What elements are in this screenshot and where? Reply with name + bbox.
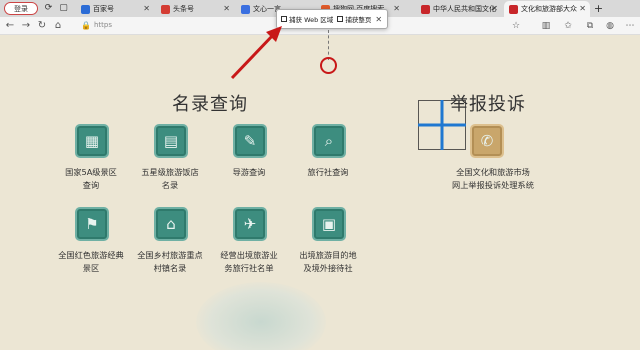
item-label-line1: 出境旅游目的地 (299, 250, 357, 260)
tab-culture-gov[interactable]: 中华人民共和国文化 ✕ (416, 1, 502, 17)
scenic-area-icon[interactable]: ▦ (75, 124, 109, 158)
village-icon[interactable]: ⌂ (154, 207, 188, 241)
gov-emblem-favicon-icon (509, 4, 518, 14)
capture-full-page-label: 捕获整页 (345, 16, 372, 24)
tab-close-icon[interactable]: ✕ (491, 4, 498, 13)
refresh-icon[interactable]: ⟳ (42, 2, 55, 15)
tab-close-icon[interactable]: ✕ (223, 4, 230, 13)
item-label-line1: 旅行社查询 (307, 167, 349, 177)
gov-emblem-favicon-icon (421, 4, 430, 14)
capture-guide-line (328, 30, 329, 60)
profile-icon[interactable]: ◍ (604, 20, 616, 32)
full-page-icon (337, 16, 344, 22)
tab-close-icon[interactable]: ✕ (393, 4, 400, 13)
item-travel-agency[interactable]: 旅行社查询 (273, 166, 383, 179)
capture-toolbar: 捕获 Web 区域 捕获整页 ✕ (276, 9, 388, 29)
tab-baijiahao[interactable]: 百家号 ✕ (76, 1, 154, 17)
tour-guide-icon[interactable]: ✎ (233, 124, 267, 158)
item-label-line2: 及境外接待社 (303, 263, 353, 273)
capture-cursor-ring (320, 57, 337, 74)
reload-icon[interactable]: ↻ (36, 20, 48, 32)
tab-label: 头条号 (173, 5, 194, 13)
red-flag-icon[interactable]: ⚑ (75, 207, 109, 241)
selection-grid-overlay (418, 100, 466, 150)
new-tab-icon[interactable]: + (592, 2, 605, 15)
tab-label: 百家号 (93, 5, 114, 13)
section-title-directory: 名录查询 (172, 94, 248, 115)
tab-close-icon[interactable]: ✕ (143, 4, 150, 13)
back-icon[interactable]: ← (4, 20, 16, 32)
phone-icon[interactable]: ✆ (470, 124, 504, 158)
travel-agency-icon[interactable]: ⌕ (312, 124, 346, 158)
hotel-icon[interactable]: ▤ (154, 124, 188, 158)
tab-label: 文化和旅游部大众 (521, 5, 577, 13)
more-menu-icon[interactable]: ⋯ (624, 20, 636, 32)
forward-icon[interactable]: → (20, 20, 32, 32)
login-button[interactable]: 登录 (4, 2, 38, 15)
lock-icon[interactable]: 🔒 (80, 20, 92, 32)
tab-toutiao[interactable]: 头条号 ✕ (156, 1, 234, 17)
login-label: 登录 (14, 4, 28, 13)
close-icon[interactable]: ✕ (375, 15, 382, 24)
tab-label: 中华人民共和国文化 (433, 5, 496, 13)
home-icon[interactable]: ⌂ (52, 20, 64, 32)
item-label-line2: 网上举报投诉处理系统 (452, 180, 534, 190)
destination-icon[interactable]: ▣ (312, 207, 346, 241)
reading-mode-icon[interactable]: ☆ (510, 20, 522, 32)
background-landscape-decoration (196, 282, 326, 350)
favorites-icon[interactable]: ✩ (562, 20, 574, 32)
collections-icon[interactable]: ⧉ (584, 20, 596, 32)
baijiahao-favicon-icon (81, 4, 90, 14)
red-arrow-annotation-icon (230, 26, 282, 80)
toutiao-favicon-icon (161, 4, 170, 14)
url-text[interactable]: https (94, 21, 112, 29)
item-report-system[interactable]: 全国文化和旅游市场 网上举报投诉处理系统 (433, 166, 553, 192)
item-outbound-destination[interactable]: 出境旅游目的地 及境外接待社 (273, 249, 383, 275)
selection-icon (281, 16, 287, 22)
tab-tourism-active[interactable]: 文化和旅游部大众 ✕ (504, 1, 590, 17)
capture-full-page-button[interactable]: 捕获整页 (337, 14, 371, 24)
capture-web-area-button[interactable]: 捕获 Web 区域 (281, 14, 333, 24)
capture-web-area-label: 捕获 Web 区域 (289, 16, 334, 24)
item-label-line1: 全国文化和旅游市场 (456, 167, 530, 177)
tab-close-icon[interactable]: ✕ (579, 4, 586, 13)
wenxin-favicon-icon (241, 4, 250, 14)
tab-actions-icon[interactable]: ▢ (57, 2, 70, 15)
split-screen-icon[interactable]: ▥ (540, 20, 552, 32)
item-label-line2: 名录 (161, 180, 179, 190)
airplane-icon[interactable]: ✈ (233, 207, 267, 241)
